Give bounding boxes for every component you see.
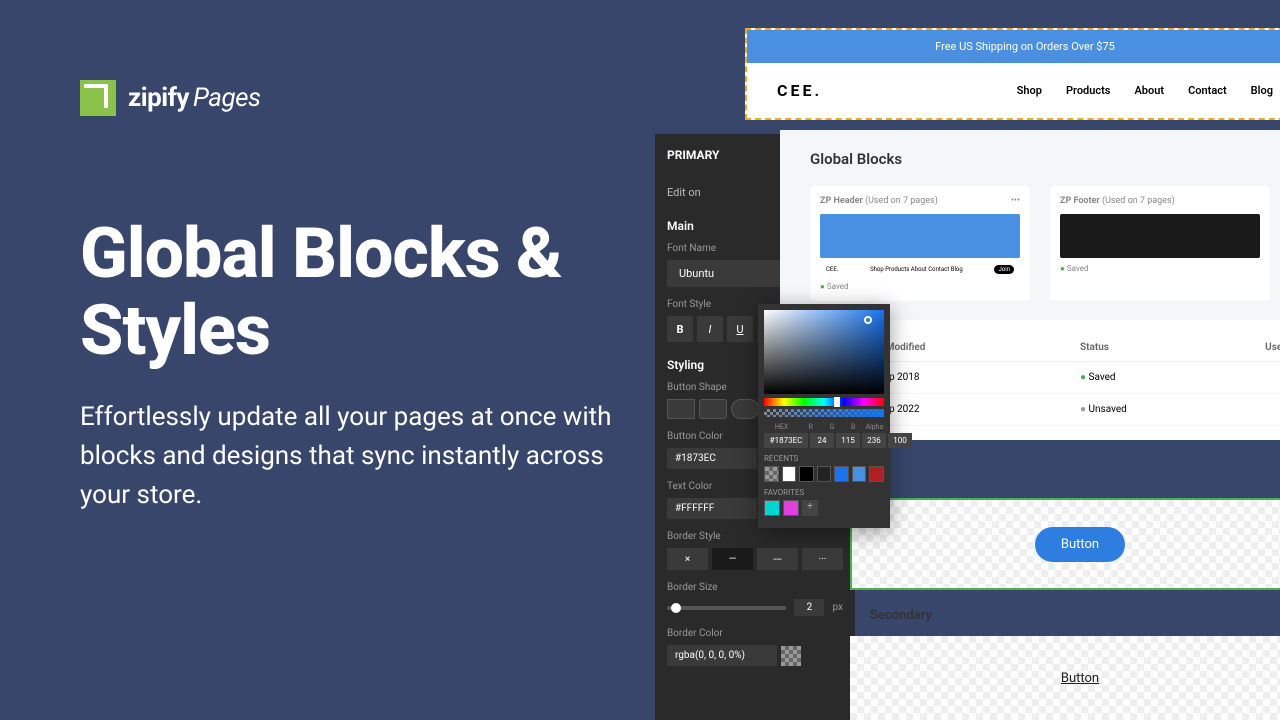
g-label: G bbox=[822, 423, 841, 431]
italic-button[interactable]: I bbox=[697, 316, 723, 342]
color-picker: HEX R G B Alpha RECENTS FAVORITES + bbox=[758, 304, 890, 528]
edit-on-label: Edit on bbox=[667, 186, 701, 199]
border-style-label: Border Style bbox=[667, 531, 843, 542]
card-preview bbox=[1060, 214, 1260, 258]
b-label: B bbox=[844, 423, 863, 431]
add-favorite-button[interactable]: + bbox=[802, 500, 818, 516]
logo: zipifyPages bbox=[80, 80, 640, 116]
table-row[interactable]: 20 Sep 2018 ● Saved bbox=[864, 362, 1280, 394]
border-size-input[interactable] bbox=[794, 599, 824, 616]
content-title: Global Blocks bbox=[810, 150, 1270, 168]
row-date: 20 Sep 2018 bbox=[864, 372, 1080, 383]
secondary-button-preview: Button bbox=[850, 636, 1280, 720]
card-used: (Used on 7 pages) bbox=[865, 196, 938, 206]
card-preview bbox=[820, 214, 1020, 258]
text-color-input[interactable] bbox=[667, 498, 757, 519]
block-card[interactable]: ZP Header (Used on 7 pages) ••• CEE.Shop… bbox=[810, 186, 1030, 301]
table-row[interactable]: 14 Sep 2022 ● Unsaved bbox=[864, 394, 1280, 426]
border-size-unit: px bbox=[832, 602, 843, 613]
favorites-label: FAVORITES bbox=[764, 488, 884, 497]
nav-shop[interactable]: Shop bbox=[1017, 84, 1042, 97]
color-gradient[interactable] bbox=[764, 310, 884, 394]
card-name: ZP Footer bbox=[1060, 196, 1100, 206]
global-blocks-content: Global Blocks ZP Header (Used on 7 pages… bbox=[780, 130, 1280, 321]
logo-icon bbox=[80, 80, 116, 116]
nav-products[interactable]: Products bbox=[1066, 84, 1111, 97]
border-solid-button[interactable]: — bbox=[712, 548, 753, 570]
favorite-swatch[interactable] bbox=[783, 500, 799, 516]
recent-swatch[interactable] bbox=[764, 466, 779, 482]
more-icon[interactable]: ••• bbox=[1011, 196, 1020, 206]
hex-input[interactable] bbox=[764, 433, 808, 448]
recents-label: RECENTS bbox=[764, 454, 884, 463]
preview-button-secondary[interactable]: Button bbox=[1061, 671, 1099, 686]
card-used: (Used on 7 pages) bbox=[1102, 196, 1175, 206]
r-label: R bbox=[801, 423, 820, 431]
row-date: 14 Sep 2022 bbox=[864, 404, 1080, 415]
block-card[interactable]: ZP Footer (Used on 7 pages) ● Saved bbox=[1050, 186, 1270, 301]
border-dotted-button[interactable]: ··· bbox=[802, 548, 843, 570]
recent-swatch[interactable] bbox=[817, 466, 832, 482]
underline-button[interactable]: U bbox=[727, 316, 753, 342]
card-status: Saved bbox=[1067, 264, 1089, 273]
border-none-button[interactable]: × bbox=[667, 548, 708, 570]
site-nav: CEE. Shop Products About Contact Blog bbox=[747, 63, 1280, 118]
row-status: Unsaved bbox=[1089, 404, 1127, 415]
secondary-label: Secondary bbox=[870, 608, 932, 623]
logo-brand: zipify bbox=[128, 83, 189, 113]
nav-blog[interactable]: Blog bbox=[1251, 84, 1273, 97]
shape-rounded-button[interactable] bbox=[699, 399, 727, 419]
a-label: Alpha bbox=[865, 423, 884, 431]
hero-section: zipifyPages Global Blocks & Styles Effor… bbox=[80, 80, 640, 515]
border-size-label: Border Size bbox=[667, 582, 843, 593]
alpha-slider[interactable] bbox=[764, 409, 884, 417]
shape-pill-button[interactable] bbox=[731, 399, 759, 419]
border-dashed-button[interactable]: --- bbox=[757, 548, 798, 570]
r-input[interactable] bbox=[810, 433, 834, 448]
a-input[interactable] bbox=[888, 433, 912, 448]
bold-button[interactable]: B bbox=[667, 316, 693, 342]
b-input[interactable] bbox=[862, 433, 886, 448]
recent-swatch[interactable] bbox=[799, 466, 814, 482]
col-status: Status bbox=[1080, 342, 1188, 353]
row-status: Saved bbox=[1089, 372, 1116, 383]
card-status: Saved bbox=[827, 282, 849, 291]
shipping-banner: Free US Shipping on Orders Over $75 bbox=[747, 30, 1280, 63]
card-preview-nav: CEE.Shop Products About Contact BlogJoin bbox=[820, 262, 1020, 276]
card-name: ZP Header bbox=[820, 196, 863, 206]
g-input[interactable] bbox=[836, 433, 860, 448]
blocks-table: Last Modified Status Used o 20 Sep 2018 … bbox=[850, 320, 1280, 440]
recent-swatch[interactable] bbox=[852, 466, 867, 482]
favorite-swatch[interactable] bbox=[764, 500, 780, 516]
logo-text: zipifyPages bbox=[128, 83, 261, 113]
button-color-input[interactable] bbox=[667, 448, 757, 469]
col-used: Used o bbox=[1188, 342, 1280, 353]
hue-slider[interactable] bbox=[764, 398, 884, 406]
nav-contact[interactable]: Contact bbox=[1188, 84, 1227, 97]
shape-square-button[interactable] bbox=[667, 399, 695, 419]
browser-preview: Free US Shipping on Orders Over $75 CEE.… bbox=[745, 28, 1280, 120]
hero-title: Global Blocks & Styles bbox=[80, 216, 640, 370]
nav-about[interactable]: About bbox=[1134, 84, 1164, 97]
primary-button-preview: Button bbox=[850, 498, 1280, 590]
hex-label: HEX bbox=[764, 423, 799, 431]
site-brand: CEE. bbox=[777, 81, 822, 100]
preview-button[interactable]: Button bbox=[1035, 527, 1125, 562]
border-color-swatch[interactable] bbox=[781, 646, 801, 666]
border-color-label: Border Color bbox=[667, 628, 843, 639]
logo-product: Pages bbox=[193, 83, 261, 113]
border-color-input[interactable] bbox=[667, 645, 777, 666]
recent-swatch[interactable] bbox=[782, 466, 797, 482]
col-modified: Last Modified bbox=[864, 342, 1080, 353]
border-size-slider[interactable] bbox=[667, 606, 786, 610]
recent-swatch[interactable] bbox=[869, 466, 884, 482]
recent-swatch[interactable] bbox=[834, 466, 849, 482]
hero-subtitle: Effortlessly update all your pages at on… bbox=[80, 398, 640, 515]
